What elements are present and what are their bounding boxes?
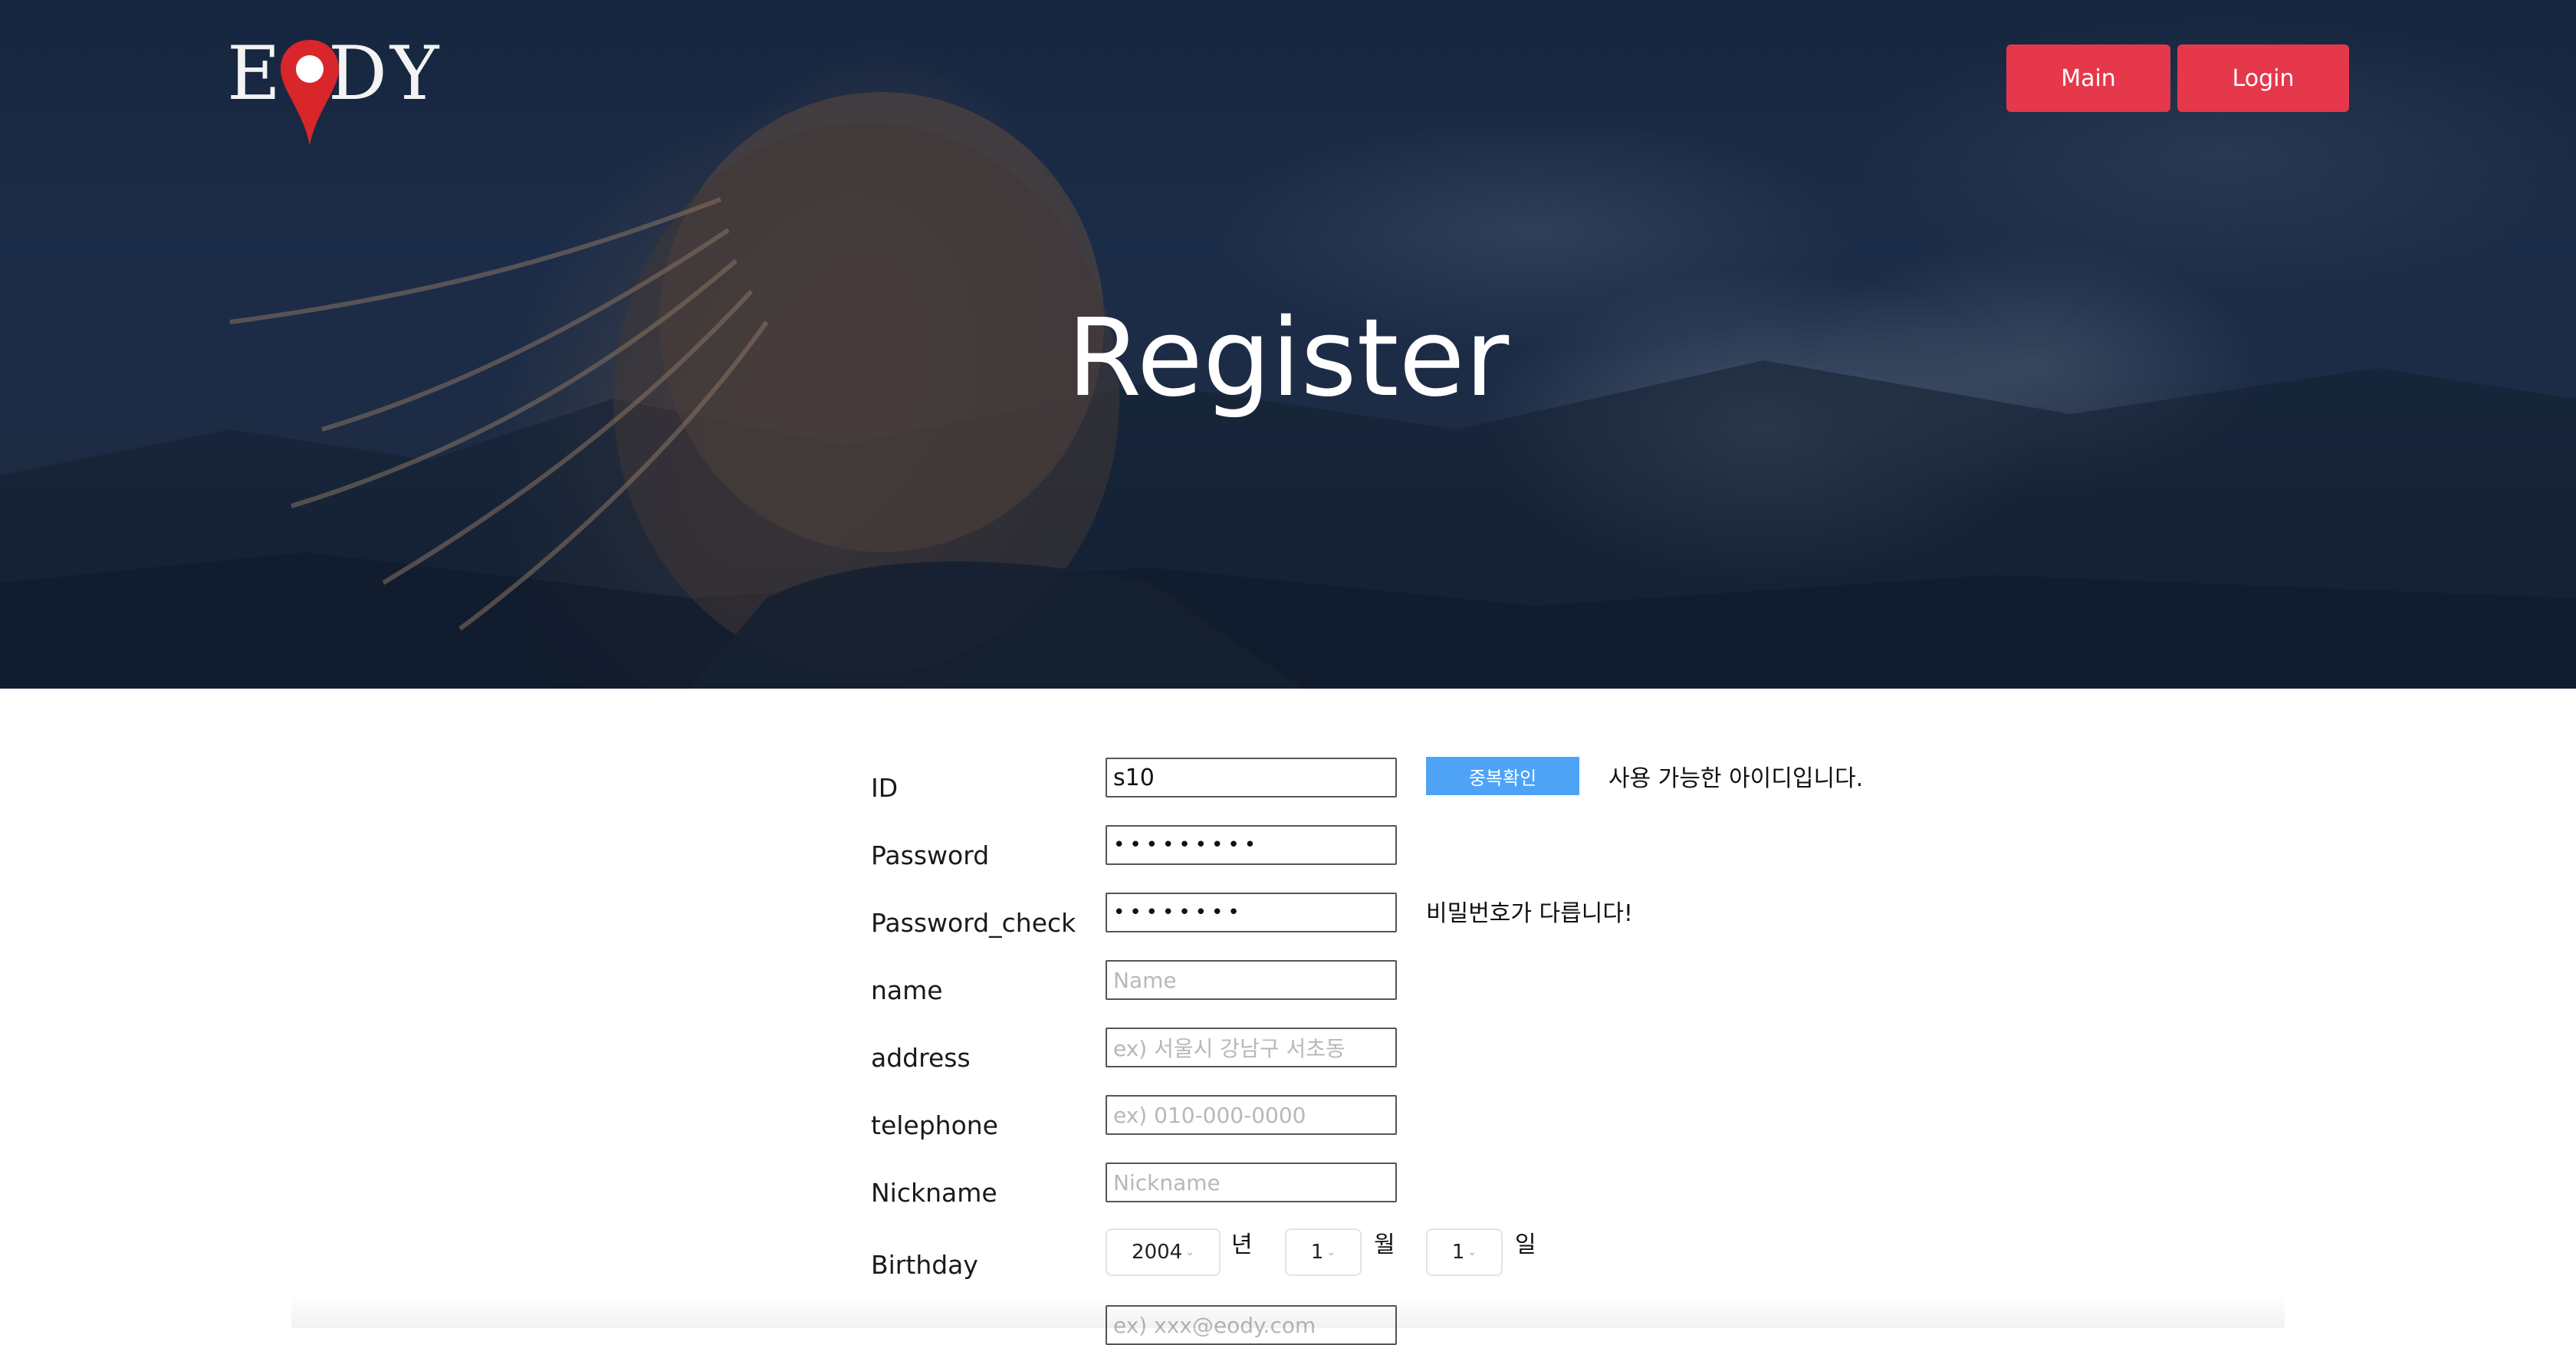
id-input[interactable]: s10	[1106, 758, 1397, 797]
password-label: Password	[871, 840, 990, 870]
telephone-label: telephone	[871, 1110, 998, 1140]
birth-year-select[interactable]: 2004 ⌄	[1106, 1228, 1221, 1276]
chevron-down-icon: ⌄	[1326, 1246, 1336, 1258]
name-label: name	[871, 975, 943, 1005]
telephone-input[interactable]: ex) 010-000-0000	[1106, 1095, 1397, 1135]
duplicate-check-button[interactable]: 중복확인	[1426, 757, 1579, 795]
year-unit: 년	[1231, 1232, 1253, 1258]
birth-month-value: 1	[1310, 1241, 1324, 1264]
birth-month-select[interactable]: 1 ⌄	[1285, 1228, 1362, 1276]
chevron-down-icon: ⌄	[1467, 1246, 1477, 1258]
login-button[interactable]: Login	[2177, 44, 2349, 112]
password-input[interactable]: •••••••••	[1106, 825, 1397, 865]
logo-text-e: E	[227, 31, 284, 117]
password-check-input[interactable]: ••••••••	[1106, 893, 1397, 932]
page-title: Register	[1066, 296, 1510, 421]
eody-logo[interactable]: E DY	[227, 28, 457, 146]
logo-text-dy: DY	[328, 31, 442, 117]
birth-year-value: 2004	[1132, 1241, 1183, 1264]
birthday-label: Birthday	[871, 1250, 978, 1280]
hero-banner: E DY Main Login Register	[0, 0, 2576, 689]
password-check-label: Password_check	[871, 908, 1076, 938]
password-mismatch-message: 비밀번호가 다릅니다!	[1426, 900, 1633, 927]
birth-day-value: 1	[1451, 1241, 1465, 1264]
nickname-label: Nickname	[871, 1178, 997, 1208]
nickname-input[interactable]: Nickname	[1106, 1162, 1397, 1202]
main-button[interactable]: Main	[2006, 44, 2170, 112]
month-unit: 월	[1374, 1232, 1395, 1258]
id-label: ID	[871, 773, 899, 803]
name-input[interactable]: Name	[1106, 960, 1397, 1000]
page-bottom-shadow	[291, 1296, 2285, 1328]
day-unit: 일	[1515, 1232, 1536, 1258]
birth-day-select[interactable]: 1 ⌄	[1426, 1228, 1503, 1276]
address-input[interactable]: ex) 서울시 강남구 서초동	[1106, 1028, 1397, 1067]
chevron-down-icon: ⌄	[1185, 1246, 1194, 1258]
address-label: address	[871, 1043, 971, 1073]
id-available-message: 사용 가능한 아이디입니다.	[1608, 765, 1864, 792]
